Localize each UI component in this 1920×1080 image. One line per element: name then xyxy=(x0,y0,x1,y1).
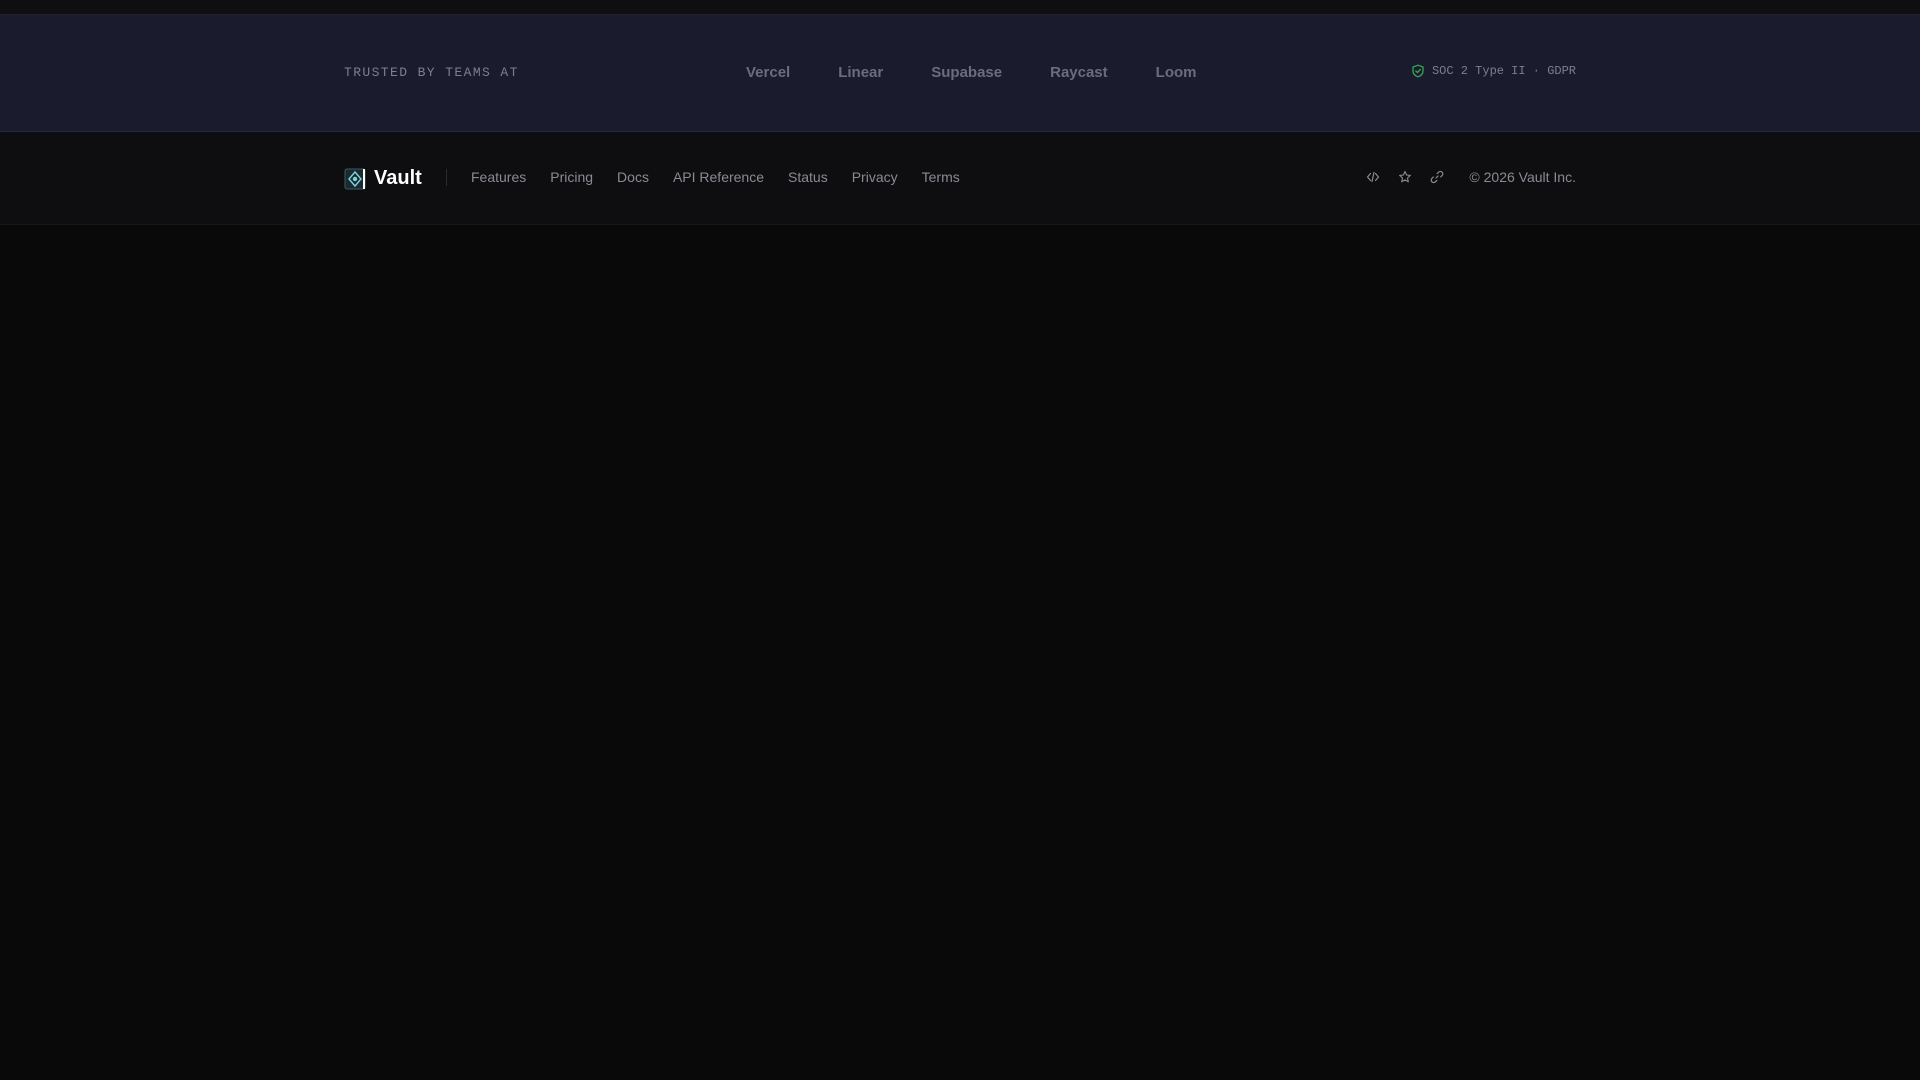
brand-divider xyxy=(446,169,447,186)
trusted-by-bar: TRUSTED BY TEAMS AT Vercel Linear Supaba… xyxy=(0,15,1920,132)
trusted-by-inner: TRUSTED BY TEAMS AT Vercel Linear Supaba… xyxy=(344,15,1576,131)
footer-nav: Features Pricing Docs API Reference Stat… xyxy=(471,169,984,185)
shield-check-icon xyxy=(1411,64,1425,78)
code-icon[interactable] xyxy=(1365,169,1381,185)
site-footer: Vault Features Pricing Docs API Referenc… xyxy=(0,132,1920,225)
compliance-text: SOC 2 Type II · GDPR xyxy=(1431,64,1576,78)
link-icon[interactable] xyxy=(1429,169,1445,185)
nav-link-privacy[interactable]: Privacy xyxy=(852,169,898,185)
nav-link-features[interactable]: Features xyxy=(471,169,526,185)
vault-logo-icon xyxy=(344,168,366,190)
copyright-text: © 2026 Vault Inc. xyxy=(1469,169,1576,185)
top-strip xyxy=(0,0,1920,15)
footer-inner: Vault Features Pricing Docs API Referenc… xyxy=(344,132,1576,224)
logo-vercel: Vercel xyxy=(746,64,791,81)
footer-right: © 2026 Vault Inc. xyxy=(1365,169,1576,185)
star-icon[interactable] xyxy=(1397,169,1413,185)
nav-link-terms[interactable]: Terms xyxy=(922,169,960,185)
trusted-by-label: TRUSTED BY TEAMS AT xyxy=(344,65,519,80)
logo-raycast: Raycast xyxy=(1050,64,1108,81)
compliance-badge: SOC 2 Type II · GDPR xyxy=(1411,64,1576,78)
logo-supabase: Supabase xyxy=(931,64,1003,81)
logo-loom: Loom xyxy=(1155,64,1197,81)
nav-link-api-reference[interactable]: API Reference xyxy=(673,169,764,185)
customer-logos: Vercel Linear Supabase Raycast Loom xyxy=(746,64,1244,81)
brand-home-link[interactable]: Vault xyxy=(344,167,422,190)
logo-linear: Linear xyxy=(838,64,884,81)
nav-link-pricing[interactable]: Pricing xyxy=(550,169,593,185)
nav-link-docs[interactable]: Docs xyxy=(617,169,649,185)
nav-link-status[interactable]: Status xyxy=(788,169,828,185)
brand-name: Vault xyxy=(374,167,422,189)
